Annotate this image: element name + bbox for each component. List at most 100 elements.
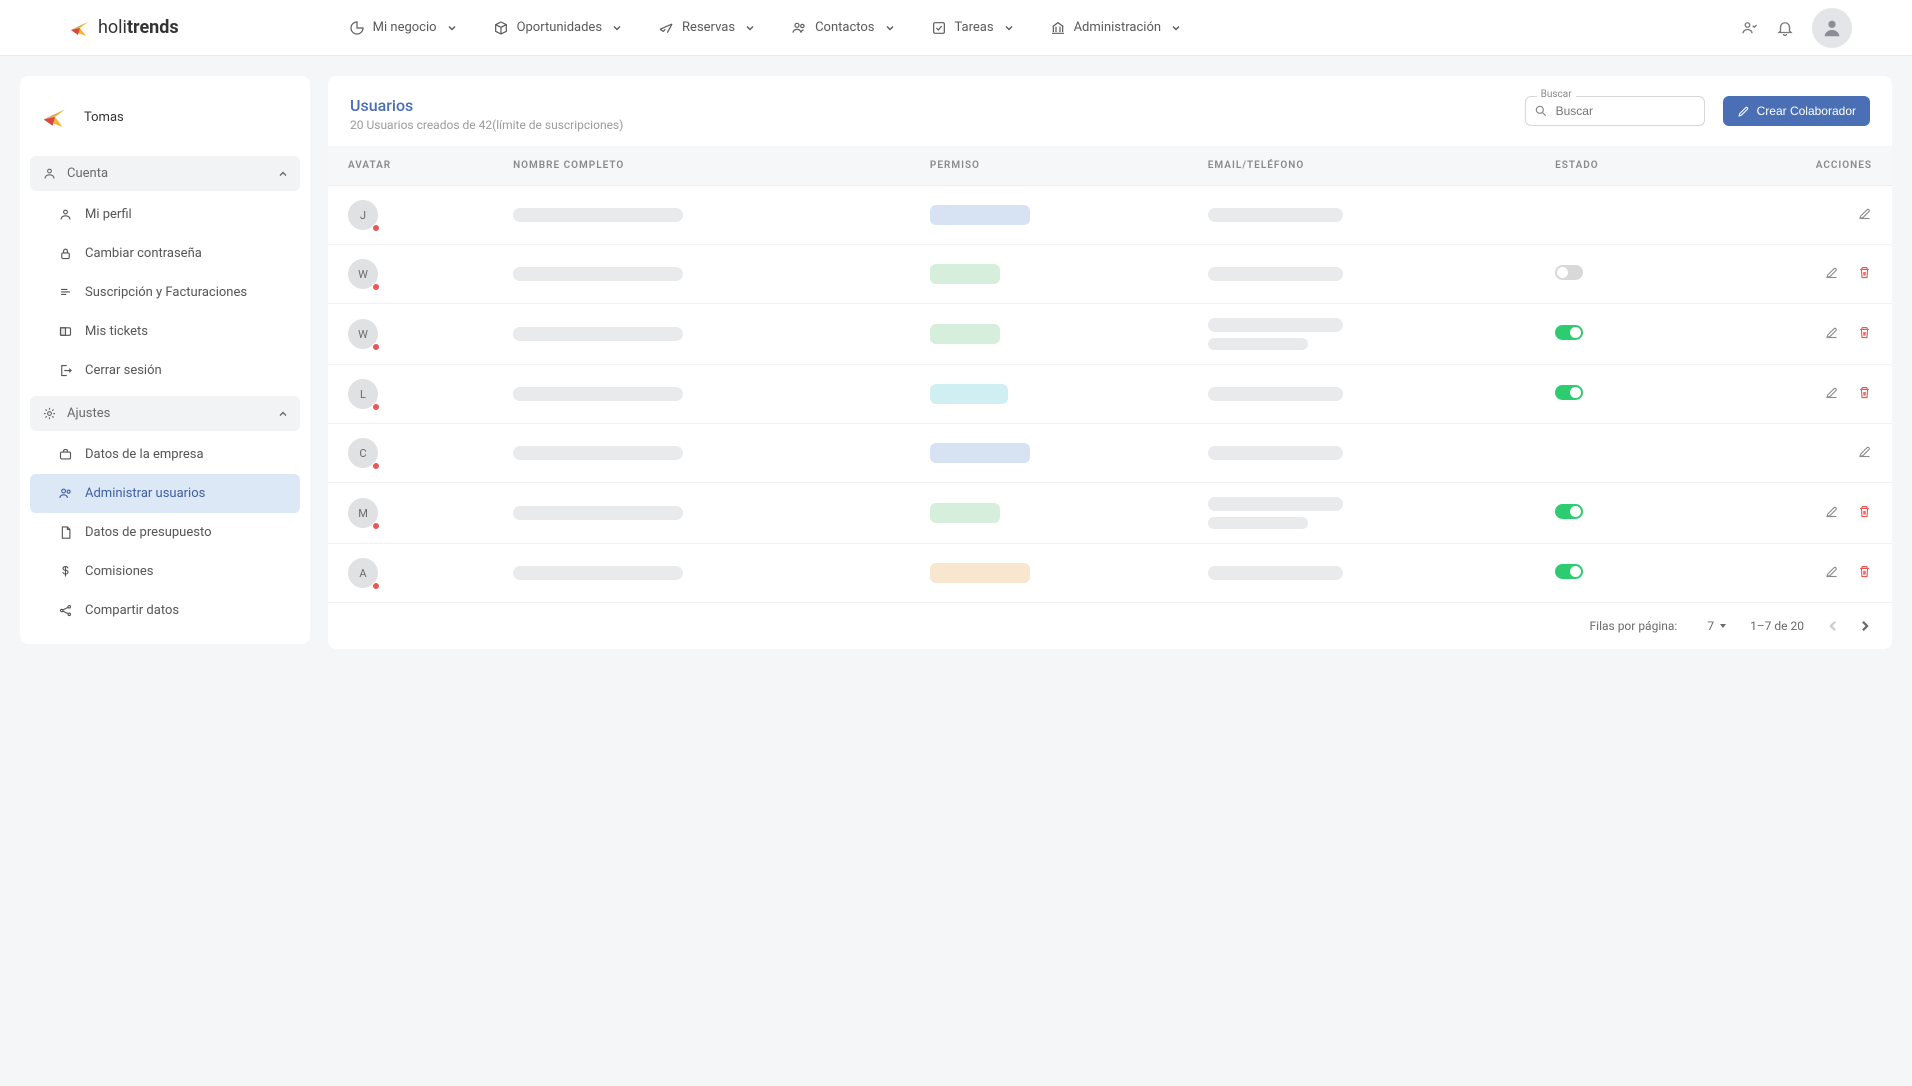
share-icon [58, 603, 73, 618]
nav-admin[interactable]: Administración [1050, 20, 1181, 36]
user-icon [58, 207, 73, 222]
permission-chip [930, 563, 1030, 583]
brand-name-1: holi [98, 17, 127, 38]
app-header: holitrends Mi negocio Oportunidades Rese… [0, 0, 1912, 56]
row-actions [1857, 444, 1872, 459]
brand-logo[interactable]: holitrends [68, 16, 179, 40]
edit-icon[interactable] [1824, 385, 1839, 400]
table-row: A [328, 544, 1892, 603]
main-panel: Usuarios 20 Usuarios creados de 42(límit… [328, 76, 1892, 649]
nav-opportunities[interactable]: Oportunidades [493, 20, 622, 36]
edit-icon[interactable] [1824, 504, 1839, 519]
chevron-right-icon[interactable] [1858, 619, 1872, 633]
status-dot [372, 522, 380, 530]
edit-icon[interactable] [1857, 444, 1872, 459]
sidebar-item-commissions[interactable]: Comisiones [30, 552, 300, 591]
row-actions [1824, 504, 1872, 519]
trash-icon[interactable] [1857, 325, 1872, 340]
brand-mark-icon [40, 102, 70, 132]
users-table: AVATAR NOMBRE COMPLETO PERMISO EMAIL/TEL… [328, 146, 1892, 603]
chevron-up-icon [278, 169, 288, 179]
bell-icon[interactable] [1776, 19, 1794, 37]
sidebar-item-budget[interactable]: Datos de presupuesto [30, 513, 300, 552]
permission-chip [930, 205, 1030, 225]
sidebar-item-profile[interactable]: Mi perfil [30, 195, 300, 234]
nav-bookings[interactable]: Reservas [658, 20, 755, 36]
state-toggle[interactable] [1555, 504, 1583, 519]
sidebar-item-subscription[interactable]: Suscripción y Facturaciones [30, 273, 300, 312]
search-input[interactable] [1525, 96, 1705, 126]
status-dot [372, 224, 380, 232]
user-avatar-initial: A [348, 558, 378, 588]
user-avatar[interactable] [1812, 8, 1852, 48]
email-placeholder [1208, 208, 1343, 222]
user-check-icon[interactable] [1740, 19, 1758, 37]
sidebar: Tomas Cuenta Mi perfil Cambiar contraseñ… [20, 76, 310, 644]
sidebar-group-settings[interactable]: Ajustes [30, 396, 300, 431]
nav-my-business[interactable]: Mi negocio [349, 20, 457, 36]
sidebar-item-share[interactable]: Compartir datos [30, 591, 300, 630]
chevron-down-icon [745, 23, 755, 33]
nav-contacts[interactable]: Contactos [791, 20, 894, 36]
edit-icon[interactable] [1824, 564, 1839, 579]
top-nav: Mi negocio Oportunidades Reservas Contac… [349, 20, 1181, 36]
user-avatar-initial: W [348, 259, 378, 289]
dollar-icon [58, 564, 73, 579]
sidebar-item-users[interactable]: Administrar usuarios [30, 474, 300, 513]
table-row: M [328, 483, 1892, 544]
user-icon [1821, 17, 1843, 39]
sidebar-item-logout[interactable]: Cerrar sesión [30, 351, 300, 390]
sidebar-item-password[interactable]: Cambiar contraseña [30, 234, 300, 273]
state-toggle[interactable] [1555, 564, 1583, 579]
edit-icon[interactable] [1857, 206, 1872, 221]
edit-icon[interactable] [1824, 265, 1839, 280]
page-subtitle: 20 Usuarios creados de 42(límite de susc… [350, 118, 623, 132]
trash-icon[interactable] [1857, 385, 1872, 400]
create-collaborator-button[interactable]: Crear Colaborador [1723, 96, 1870, 126]
name-placeholder [513, 267, 683, 281]
col-state: ESTADO [1535, 146, 1701, 186]
trash-icon[interactable] [1857, 504, 1872, 519]
status-dot [372, 343, 380, 351]
table-row: C [328, 424, 1892, 483]
state-toggle[interactable] [1555, 265, 1583, 280]
name-placeholder [513, 327, 683, 341]
invoice-icon [58, 285, 73, 300]
page-title: Usuarios [350, 96, 623, 115]
chevron-down-icon [612, 23, 622, 33]
col-actions: ACCIONES [1701, 146, 1892, 186]
user-avatar-initial: L [348, 379, 378, 409]
sidebar-item-company[interactable]: Datos de la empresa [30, 435, 300, 474]
state-toggle[interactable] [1555, 325, 1583, 340]
chevron-left-icon[interactable] [1826, 619, 1840, 633]
briefcase-icon [58, 447, 73, 462]
sidebar-group-account[interactable]: Cuenta [30, 156, 300, 191]
permission-chip [930, 443, 1030, 463]
status-dot [372, 462, 380, 470]
table-row: J [328, 186, 1892, 245]
state-toggle[interactable] [1555, 385, 1583, 400]
name-placeholder [513, 446, 683, 460]
chevron-down-icon [1171, 23, 1181, 33]
email-placeholder [1208, 446, 1343, 460]
permission-chip [930, 384, 1008, 404]
logout-icon [58, 363, 73, 378]
user-avatar-initial: C [348, 438, 378, 468]
plane-icon [658, 20, 674, 36]
page-range: 1–7 de 20 [1750, 619, 1804, 633]
search-wrap: Buscar [1525, 96, 1705, 126]
row-actions [1824, 564, 1872, 579]
name-placeholder [513, 387, 683, 401]
trash-icon[interactable] [1857, 564, 1872, 579]
brand-name-2: trends [127, 17, 179, 38]
rows-per-page-select[interactable]: 7 [1707, 619, 1728, 633]
nav-tasks[interactable]: Tareas [931, 20, 1014, 36]
edit-icon[interactable] [1824, 325, 1839, 340]
sidebar-item-tickets[interactable]: Mis tickets [30, 312, 300, 351]
permission-chip [930, 503, 1000, 523]
trash-icon[interactable] [1857, 265, 1872, 280]
table-row: W [328, 304, 1892, 365]
status-dot [372, 283, 380, 291]
email-placeholder [1208, 267, 1343, 281]
status-dot [372, 582, 380, 590]
